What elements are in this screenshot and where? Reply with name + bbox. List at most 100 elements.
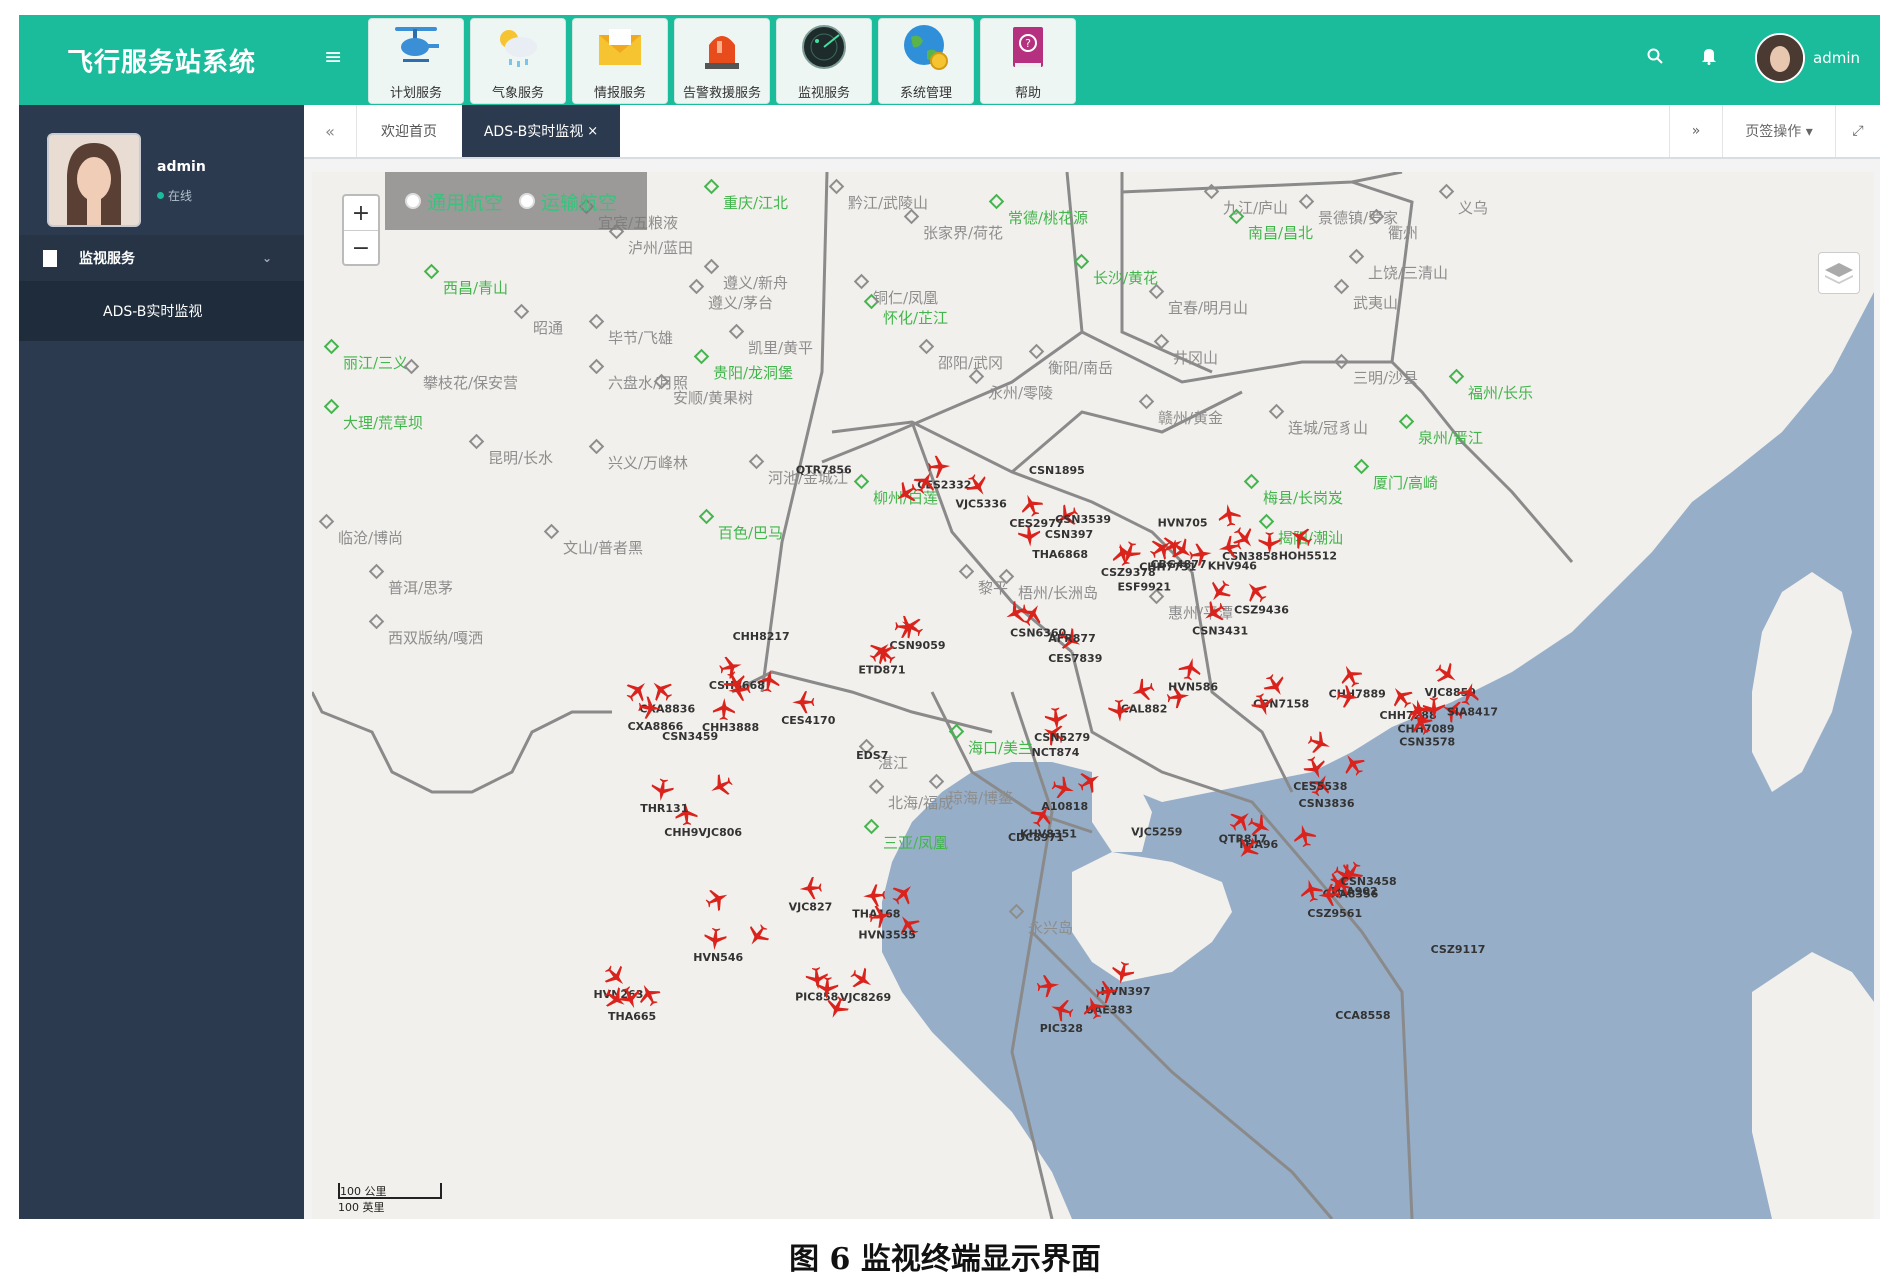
search-icon[interactable] [1647,48,1663,68]
module-weather-service[interactable]: 气象服务 [470,18,566,104]
place-label: 普洱/思茅 [388,579,453,597]
flight-callsign-label: CSN5279 [1034,731,1090,744]
tab-label: 欢迎首页 [381,124,437,140]
fullscreen-icon[interactable]: ⤢ [1835,105,1880,157]
module-label: 告警救援服务 [682,86,761,101]
helicopter-icon [395,27,439,62]
adsb-map[interactable]: 重庆/江北 常德/桃花源 长沙/黄花 怀化/芷江 贵阳/龙洞堡 西昌/青山 丽江/三义 大理/… [312,172,1874,1219]
module-system-management[interactable]: 系统管理 [878,18,974,104]
place-label: 衢州 [1388,224,1418,242]
flight-callsign-label: CES5538 [1293,780,1347,793]
flight-callsign-label: THR131 [640,802,688,815]
close-icon[interactable]: × [587,124,598,139]
menu-toggle-icon[interactable]: ≡ [324,45,342,70]
place-label: 上饶/三清山 [1368,264,1448,282]
bell-icon[interactable] [1701,47,1717,69]
place-label: 百色/巴马 [718,524,783,542]
flight-callsign-label: CES4170 [781,714,835,727]
radar-icon [802,25,846,69]
place-label: 三明/沙县 [1353,369,1418,387]
user-profile: admin 在线 [19,105,304,235]
flight-callsign-label[interactable]: CHH8217 [733,630,790,643]
place-label: 永州/零陵 [988,384,1053,402]
flight-callsign-label[interactable]: CSN1895 [1029,464,1085,477]
flight-callsign-label: HVN586 [1168,681,1218,694]
flight-callsign-label[interactable]: VJC5259 [1131,826,1182,839]
place-label: 衡阳/南岳 [1048,359,1113,377]
place-label: 临沧/博尚 [338,529,403,547]
place-label: 凯里/黄平 [748,339,813,357]
flight-callsign-label[interactable]: CSN3459 [662,730,718,743]
sidebar-item-adsb-monitor[interactable]: ADS-B实时监视 [19,281,304,341]
module-label: 系统管理 [899,86,952,101]
layer-general-aviation[interactable]: 通用航空 [405,188,503,215]
header-user-menu[interactable]: admin [1755,33,1860,83]
sidebar-menu-surveillance[interactable]: 监视服务 ⌄ [19,235,304,281]
flight-callsign-label[interactable]: CCA8558 [1335,1009,1390,1022]
place-label: 海口/美兰 [968,739,1033,757]
header-user-name: admin [1813,49,1860,67]
zoom-in-button[interactable]: + [344,196,378,231]
flight-callsign-label[interactable]: ESF9921 [1118,580,1172,593]
flight-callsign-label: CHH7089 [1397,722,1454,735]
flight-callsign-label: THA168 [852,908,900,921]
place-label: 北海/福成 [888,794,953,812]
module-alert-rescue-service[interactable]: 告警救援服务 [674,18,770,104]
app-title: 飞行服务站系统 [66,47,256,78]
flight-callsign-label[interactable]: CSZ9117 [1431,943,1486,956]
tab-actions-dropdown[interactable]: 页签操作 ▾ [1722,105,1835,157]
flight-callsign-label[interactable]: AFR877 [1048,632,1095,645]
tab-home[interactable]: 欢迎首页 [356,105,463,157]
place-label: 连城/冠豸山 [1288,419,1368,437]
place-label: 九江/庐山 [1223,199,1288,217]
flight-callsign-label: PIC858 [795,991,838,1004]
place-label: 毕节/飞雄 [608,329,673,347]
flight-callsign-label[interactable]: CSN3539 [1055,513,1111,526]
place-label: 揭阳/潮汕 [1278,529,1343,547]
app-window: 飞行服务站系统 ≡ 计划服务 气象服务 情报服务 告警救援服务 监视服务 系统管… [19,15,1880,1219]
flight-callsign-label: HVN3535 [858,928,916,941]
avatar [47,133,141,227]
flight-callsign-label[interactable]: CSN3458 [1341,875,1397,888]
module-label: 监视服务 [797,86,850,101]
place-label: 赣州/黄金 [1158,409,1223,427]
flight-callsign-label: CSN3578 [1399,735,1455,748]
scale-bar-line: 100 公里 [338,1183,442,1199]
place-label: 黎平 [978,579,1008,597]
place-label: 永兴岛 [1028,919,1073,937]
layers-icon[interactable] [1818,252,1860,294]
module-plan-service[interactable]: 计划服务 [368,18,464,104]
flight-callsign-label[interactable]: THA6868 [1032,548,1088,561]
zoom-out-button[interactable]: − [344,231,378,265]
document-icon [43,249,57,267]
aviation-layer-switch: 通用航空 运输航空 [385,172,647,230]
flight-callsign-label[interactable]: EDS7 [856,749,888,762]
flight-callsign-label: CSN3431 [1192,624,1248,637]
place-label: 邵阳/武冈 [938,354,1003,372]
scale-bar: 100 公里 100 英里 [338,1183,442,1215]
sidebar: admin 在线 监视服务 ⌄ ADS-B实时监视 [19,105,304,1219]
flight-callsign-label[interactable]: HVN705 [1158,517,1208,530]
place-label: 西昌/青山 [443,279,508,297]
avatar [1755,33,1805,83]
tab-adsb-monitor[interactable]: ADS-B实时监视 × [462,105,620,157]
flight-callsign-label: CHH7731 [1139,561,1196,574]
place-label: 长沙/黄花 [1093,269,1158,287]
flight-callsign-label: ETD871 [858,663,905,676]
tab-scroll-left-icon[interactable]: « [304,105,357,157]
place-label: 泸州/蓝田 [628,239,693,257]
module-surveillance-service[interactable]: 监视服务 [776,18,872,104]
flight-callsign-label[interactable]: CDC8971 [1008,831,1064,844]
place-label: 遵义/茅台 [708,294,773,312]
radio-icon [519,193,536,209]
layer-transport-aviation[interactable]: 运输航空 [519,188,617,215]
flight-callsign-label: PIC328 [1040,1022,1083,1035]
top-bar: 飞行服务站系统 ≡ 计划服务 气象服务 情报服务 告警救援服务 监视服务 系统管… [19,15,1880,105]
flight-callsign-label: VJC5336 [955,498,1007,511]
flight-callsign-label[interactable]: QTR7856 [796,464,852,477]
module-info-service[interactable]: 情报服务 [572,18,668,104]
place-label: 梧州/长洲岛 [1018,584,1098,602]
flight-callsign-label: A10818 [1041,800,1088,813]
tab-scroll-right-icon[interactable]: » [1669,105,1722,157]
module-help[interactable]: ? 帮助 [980,18,1076,104]
